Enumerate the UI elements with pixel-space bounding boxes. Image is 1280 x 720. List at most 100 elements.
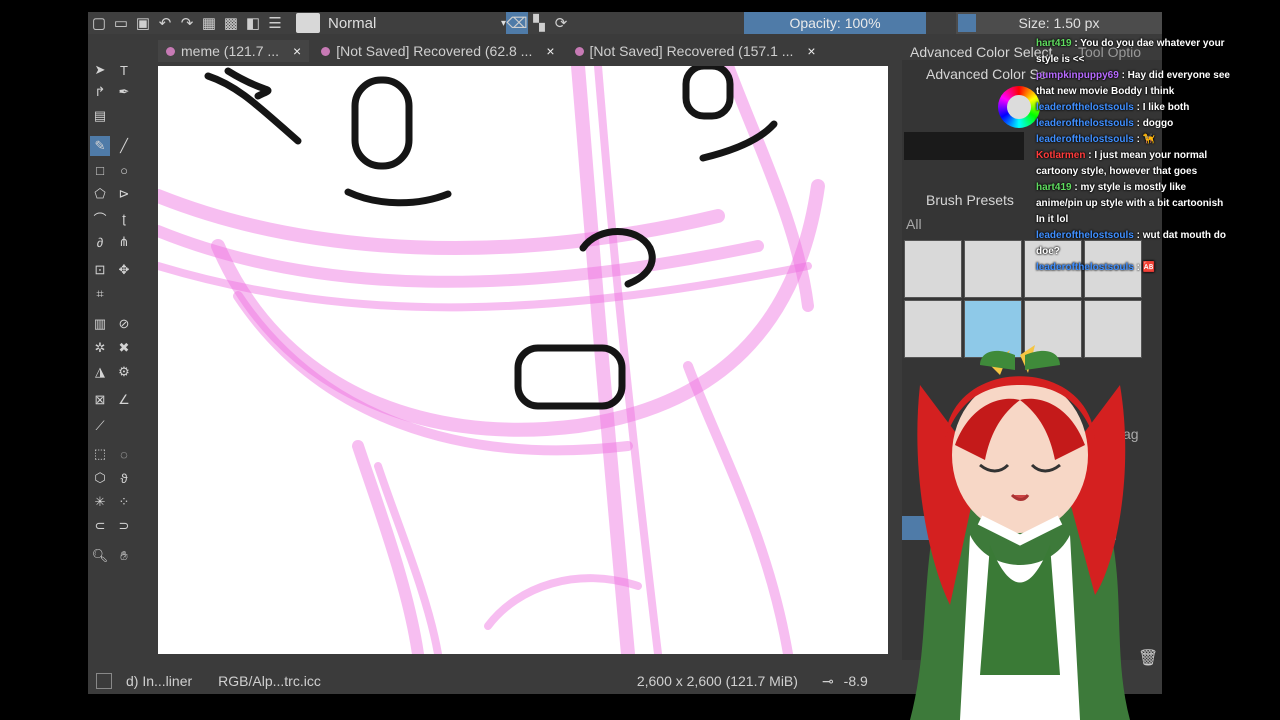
chat-message: Kotlarmen : I just mean your normal cart…	[1036, 148, 1232, 180]
rotation-value: -8.9	[843, 673, 868, 689]
toolbox: ➤ T ↱ ✒ ▤ ✎ ╱ □ ○ ⬠ ⊳ ⌒ ʈ ∂ ⋔ ⊡ ✥ ⌗ ▥ ⊘ …	[88, 60, 148, 580]
chat-message: hart419 : my style is mostly like anime/…	[1036, 180, 1232, 228]
chat-message: leaderofthelostsouls : I like both	[1036, 100, 1232, 116]
chat-text: : 🆎	[1133, 262, 1156, 273]
gradient-icon[interactable]: ▦	[198, 12, 220, 34]
contiguous-select-icon[interactable]: ✳	[90, 492, 110, 512]
chat-message: leaderofthelostsouls : 🦮	[1036, 132, 1232, 148]
tab-label: meme (121.7 ...	[181, 43, 280, 59]
undo-icon[interactable]: ↶	[154, 12, 176, 34]
drawing-canvas[interactable]	[158, 66, 888, 654]
brush-preset[interactable]	[904, 240, 962, 298]
close-icon[interactable]: ×	[546, 43, 554, 59]
chat-username: hart419	[1036, 38, 1072, 49]
rectangle-tool-icon[interactable]: □	[90, 160, 110, 180]
ellipse-tool-icon[interactable]: ○	[114, 160, 134, 180]
new-document-icon[interactable]: ▢	[88, 12, 110, 34]
eraser-mode-icon[interactable]: ⌫	[506, 12, 528, 34]
enclose-fill-icon[interactable]: ⚙	[114, 362, 134, 382]
chat-username: pumpkinpuppy69	[1036, 70, 1119, 81]
move-tool-icon[interactable]: ✥	[114, 260, 134, 280]
color-wheel-icon	[998, 86, 1040, 128]
polygon-select-icon[interactable]: ⬡	[90, 468, 110, 488]
vtuber-avatar	[910, 345, 1130, 720]
chat-message: leaderofthelostsouls : 🆎	[1036, 260, 1232, 276]
close-icon[interactable]: ×	[807, 43, 815, 59]
krita-document-icon	[574, 46, 584, 56]
stream-chat: hart419 : You do you dae whatever your s…	[1036, 36, 1232, 276]
polygon-tool-icon[interactable]: ⬠	[90, 184, 110, 204]
line-tool-icon[interactable]: ╱	[114, 136, 134, 156]
fill-tool-icon[interactable]: ◮	[90, 362, 110, 382]
freehand-select-icon[interactable]: ϑ	[114, 468, 134, 488]
tab-recovered-2[interactable]: [Not Saved] Recovered (157.1 ... ×	[566, 40, 824, 62]
similar-select-icon[interactable]: ⁘	[114, 492, 134, 512]
size-label: Size: 1.50 px	[1018, 15, 1100, 31]
edit-shapes-icon[interactable]: ↱	[90, 82, 110, 102]
transform-tool-icon[interactable]: ⊡	[90, 260, 110, 280]
document-tabs: meme (121.7 ... × [Not Saved] Recovered …	[158, 40, 828, 62]
assistant-tool-icon[interactable]: ⊠	[90, 390, 110, 410]
pattern-icon[interactable]: ▩	[220, 12, 242, 34]
select-shapes-icon[interactable]: ➤	[90, 60, 110, 80]
blend-mode-select[interactable]: Normal ▾	[296, 13, 506, 33]
chat-username: leaderofthelostsouls	[1036, 102, 1134, 113]
polyline-tool-icon[interactable]: ⊳	[114, 184, 134, 204]
brush-preview-icon	[296, 13, 320, 33]
open-folder-icon[interactable]: ▭	[110, 12, 132, 34]
freehand-brush-icon[interactable]: ✎	[90, 136, 110, 156]
chat-text: : doggo	[1133, 118, 1174, 129]
brush-settings-icon[interactable]: ☰	[264, 12, 286, 34]
color-picker-icon[interactable]: ⊘	[114, 314, 134, 334]
redo-icon[interactable]: ↷	[176, 12, 198, 34]
chat-username: leaderofthelostsouls	[1036, 230, 1134, 241]
colorize-mask-icon[interactable]: ✖	[114, 338, 134, 358]
tab-advanced-color[interactable]: Advanced Color Select	[910, 44, 1052, 60]
multibrush-icon[interactable]: ⋔	[114, 232, 134, 252]
smart-patch-icon[interactable]: ✲	[90, 338, 110, 358]
size-slider[interactable]: Size: 1.50 px	[956, 12, 1162, 34]
magnetic-select-icon[interactable]: ⊃	[114, 516, 134, 536]
opacity-slider[interactable]: Opacity: 100%	[744, 12, 926, 34]
chat-username: Kotlarmen	[1036, 150, 1086, 161]
sketch-drawing	[158, 66, 825, 654]
blend-mode-label: Normal	[328, 14, 377, 32]
chat-message: leaderofthelostsouls : wut dat mouth do …	[1036, 228, 1232, 260]
krita-document-icon	[166, 46, 175, 56]
preserve-alpha-icon[interactable]: ▚	[528, 12, 550, 34]
color-history[interactable]	[904, 132, 1024, 160]
brush-preset[interactable]	[964, 240, 1022, 298]
rotation-icon: ⊸	[821, 672, 834, 689]
rect-select-icon[interactable]: ⬚	[90, 444, 110, 464]
brush-filter[interactable]: All	[906, 216, 922, 232]
calligraphy-icon[interactable]: ✒	[114, 82, 134, 102]
trash-icon[interactable]: 🗑︎	[1138, 648, 1158, 668]
gradient-tool-icon[interactable]: ▥	[90, 314, 110, 334]
bezier-tool-icon[interactable]: ⌒	[90, 208, 110, 228]
save-icon[interactable]: ▣	[132, 12, 154, 34]
krita-document-icon	[321, 46, 331, 56]
crop-tool-icon[interactable]: ⌗	[90, 284, 110, 304]
close-icon[interactable]: ×	[293, 43, 301, 59]
chat-message: leaderofthelostsouls : doggo	[1036, 116, 1232, 132]
opacity-label: Opacity: 100%	[789, 15, 881, 31]
fill-color-icon[interactable]: ◧	[242, 12, 264, 34]
patterns-icon[interactable]: ▤	[90, 106, 110, 126]
freehand-path-icon[interactable]: ʈ	[114, 208, 134, 228]
reload-preset-icon[interactable]: ⟳	[550, 12, 572, 34]
chat-message: pumpkinpuppy69 : Hay did everyone see th…	[1036, 68, 1232, 100]
main-toolbar: ▢ ▭ ▣ ↶ ↷ ▦ ▩ ◧ ☰ Normal ▾ ⌫ ▚ ⟳ Opacity…	[88, 12, 1162, 34]
pan-tool-icon[interactable]: ✋︎	[114, 546, 134, 566]
bezier-select-icon[interactable]: ⊂	[90, 516, 110, 536]
zoom-tool-icon[interactable]: 🔍︎	[90, 546, 110, 566]
dynamic-brush-icon[interactable]: ∂	[90, 232, 110, 252]
tab-recovered-1[interactable]: [Not Saved] Recovered (62.8 ... ×	[313, 40, 563, 62]
chat-username: leaderofthelostsouls	[1036, 118, 1134, 129]
reference-images-icon[interactable]: ⟋	[90, 416, 110, 436]
ellipse-select-icon[interactable]: ◌	[114, 444, 134, 464]
text-tool-icon[interactable]: T	[114, 60, 134, 80]
size-swatch	[958, 14, 976, 32]
tab-meme[interactable]: meme (121.7 ... ×	[158, 40, 310, 62]
chat-username: leaderofthelostsouls	[1036, 134, 1134, 145]
measure-tool-icon[interactable]: ∠	[114, 390, 134, 410]
